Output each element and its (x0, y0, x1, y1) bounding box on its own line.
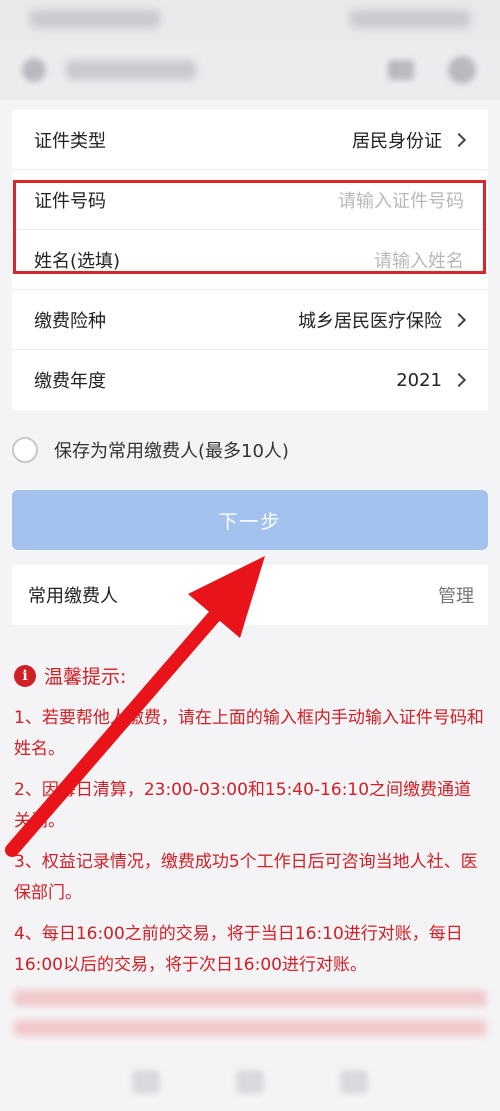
insurance-type-value: 城乡居民医疗保险 (298, 310, 442, 332)
bottom-nav-icon[interactable] (236, 1070, 264, 1094)
insurance-type-row[interactable]: 缴费险种 城乡居民医疗保险 (12, 290, 488, 350)
tip-item: 1、若要帮他人缴费，请在上面的输入框内手动输入证件号码和姓名。 (14, 708, 484, 759)
id-type-value: 居民身份证 (352, 130, 442, 152)
next-step-button[interactable]: 下一步 (12, 490, 488, 550)
chevron-right-icon (451, 372, 467, 388)
name-input[interactable]: 请输入姓名 (374, 247, 464, 273)
payment-year-row[interactable]: 缴费年度 2021 (12, 350, 488, 410)
save-payer-label: 保存为常用缴费人(最多10人) (54, 441, 289, 462)
save-payer-radio[interactable] (12, 437, 38, 463)
bottom-nav-icon[interactable] (132, 1070, 160, 1094)
save-payer-option[interactable]: 保存为常用缴费人(最多10人) (12, 430, 289, 470)
common-payers-label: 常用缴费人 (28, 586, 118, 607)
tips-section: i 温馨提示: 1、若要帮他人缴费，请在上面的输入框内手动输入证件号码和姓名。 … (14, 662, 486, 991)
nav-bar (0, 40, 500, 100)
manage-payers-link[interactable]: 管理 (438, 582, 474, 608)
info-icon: i (14, 664, 36, 687)
close-icon[interactable] (448, 56, 476, 84)
payer-form-card: 证件类型 居民身份证 证件号码 请输入证件号码 姓名(选填) 请输入姓名 缴费险… (12, 110, 488, 410)
id-number-label: 证件号码 (34, 190, 106, 212)
tip-item: 4、每日16:00之前的交易，将于当日16:10进行对账，每日16:00以后的交… (14, 924, 463, 975)
insurance-type-label: 缴费险种 (34, 310, 106, 332)
id-type-row[interactable]: 证件类型 居民身份证 (12, 110, 488, 170)
status-icons-blur (350, 10, 470, 28)
chevron-right-icon (451, 312, 467, 327)
tip-item-blurred (14, 990, 486, 1036)
common-payers-row: 常用缴费人 管理 (12, 565, 488, 625)
status-carrier-blur (30, 10, 160, 28)
tips-header: i 温馨提示: (14, 662, 486, 689)
name-row[interactable]: 姓名(选填) 请输入姓名 (12, 230, 488, 290)
id-number-input[interactable]: 请输入证件号码 (338, 187, 464, 213)
bottom-nav-icon[interactable] (340, 1070, 368, 1094)
tip-item: 3、权益记录情况，缴费成功5个工作日后可咨询当地人社、医保部门。 (14, 852, 478, 903)
payment-year-label: 缴费年度 (34, 371, 106, 392)
payment-year-value: 2021 (396, 369, 442, 391)
tip-item: 2、因每日清算，23:00-03:00和15:40-16:10之间缴费通道关闭。 (14, 780, 472, 831)
chevron-right-icon (451, 132, 467, 147)
bottom-bar (0, 1050, 500, 1111)
more-icon[interactable] (388, 60, 414, 80)
back-icon[interactable] (22, 58, 46, 82)
name-label: 姓名(选填) (34, 250, 121, 272)
id-type-label: 证件类型 (34, 130, 106, 152)
tips-title: 温馨提示: (44, 666, 127, 688)
page-title-blur (66, 60, 196, 80)
id-number-row[interactable]: 证件号码 请输入证件号码 (12, 170, 488, 230)
status-bar (0, 0, 500, 40)
